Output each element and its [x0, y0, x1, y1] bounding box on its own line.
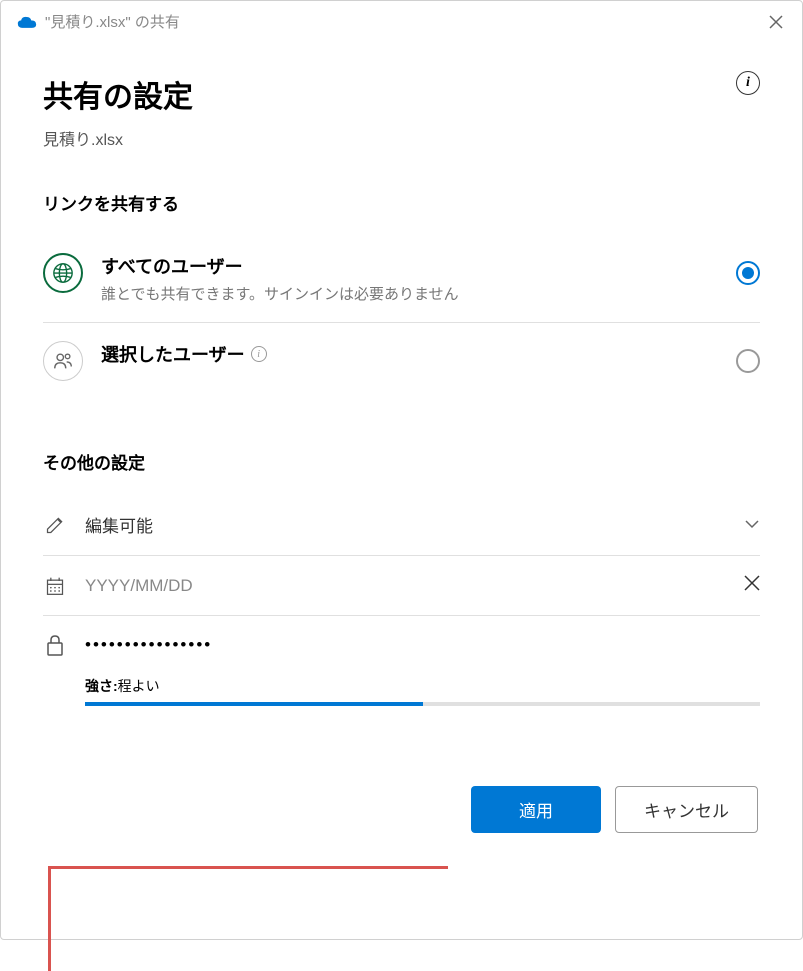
share-option-selected-users[interactable]: 選択したユーザー i [43, 323, 760, 399]
password-strength: 強さ:程よい [85, 676, 760, 706]
people-icon-wrap [43, 341, 83, 381]
option-everyone-desc: 誰とでも共有できます。サインインは必要ありません [101, 283, 736, 304]
close-icon [769, 15, 783, 29]
chevron-down-icon [744, 516, 760, 534]
filename-label: 見積り.xlsx [43, 126, 760, 150]
share-link-section-label: リンクを共有する [43, 190, 760, 215]
cancel-button[interactable]: キャンセル [615, 786, 758, 833]
onedrive-cloud-icon [17, 15, 37, 29]
clear-date-button[interactable] [744, 574, 760, 597]
option-everyone-text: すべてのユーザー 誰とでも共有できます。サインインは必要ありません [101, 253, 736, 304]
option-everyone-title: すべてのユーザー [101, 253, 736, 279]
password-mask: •••••••••••••••• [85, 635, 760, 655]
strength-bar [85, 702, 760, 706]
permission-dropdown[interactable]: 編集可能 [43, 494, 760, 556]
apply-button[interactable]: 適用 [471, 786, 601, 833]
close-button[interactable] [766, 12, 786, 32]
people-icon [52, 350, 74, 372]
expiry-date-input[interactable]: YYYY/MM/DD [43, 556, 760, 616]
pencil-icon [43, 515, 67, 535]
info-button[interactable]: i [736, 71, 760, 95]
password-input[interactable]: •••••••••••••••• [43, 634, 760, 656]
annotation-line-horizontal [48, 866, 448, 869]
share-settings-dialog: "見積り.xlsx" の共有 i 共有の設定 見積り.xlsx リンクを共有する [0, 0, 803, 940]
annotation-line-vertical [48, 866, 51, 971]
radio-selected-users[interactable] [736, 349, 760, 373]
option-selected-title: 選択したユーザー i [101, 341, 736, 367]
permission-value: 編集可能 [85, 512, 726, 537]
radio-everyone[interactable] [736, 261, 760, 285]
info-icon[interactable]: i [251, 346, 267, 362]
button-row: 適用 キャンセル [43, 786, 760, 833]
dialog-content: 共有の設定 見積り.xlsx リンクを共有する すべてのユーザー 誰とでも共有で… [1, 42, 802, 863]
option-selected-text: 選択したユーザー i [101, 341, 736, 371]
other-settings-label: その他の設定 [43, 449, 760, 474]
globe-icon-wrap [43, 253, 83, 293]
date-placeholder: YYYY/MM/DD [85, 576, 726, 596]
title-bar-text: "見積り.xlsx" の共有 [45, 11, 758, 32]
globe-icon [52, 262, 74, 284]
strength-fill [85, 702, 423, 706]
page-title: 共有の設定 [43, 72, 760, 116]
calendar-icon [43, 576, 67, 596]
title-bar: "見積り.xlsx" の共有 [1, 1, 802, 42]
password-section: •••••••••••••••• 強さ:程よい [43, 616, 760, 706]
lock-icon [43, 634, 67, 656]
strength-text: 強さ:程よい [85, 676, 760, 696]
other-settings-section: その他の設定 編集可能 [43, 449, 760, 706]
share-option-everyone[interactable]: すべてのユーザー 誰とでも共有できます。サインインは必要ありません [43, 235, 760, 323]
